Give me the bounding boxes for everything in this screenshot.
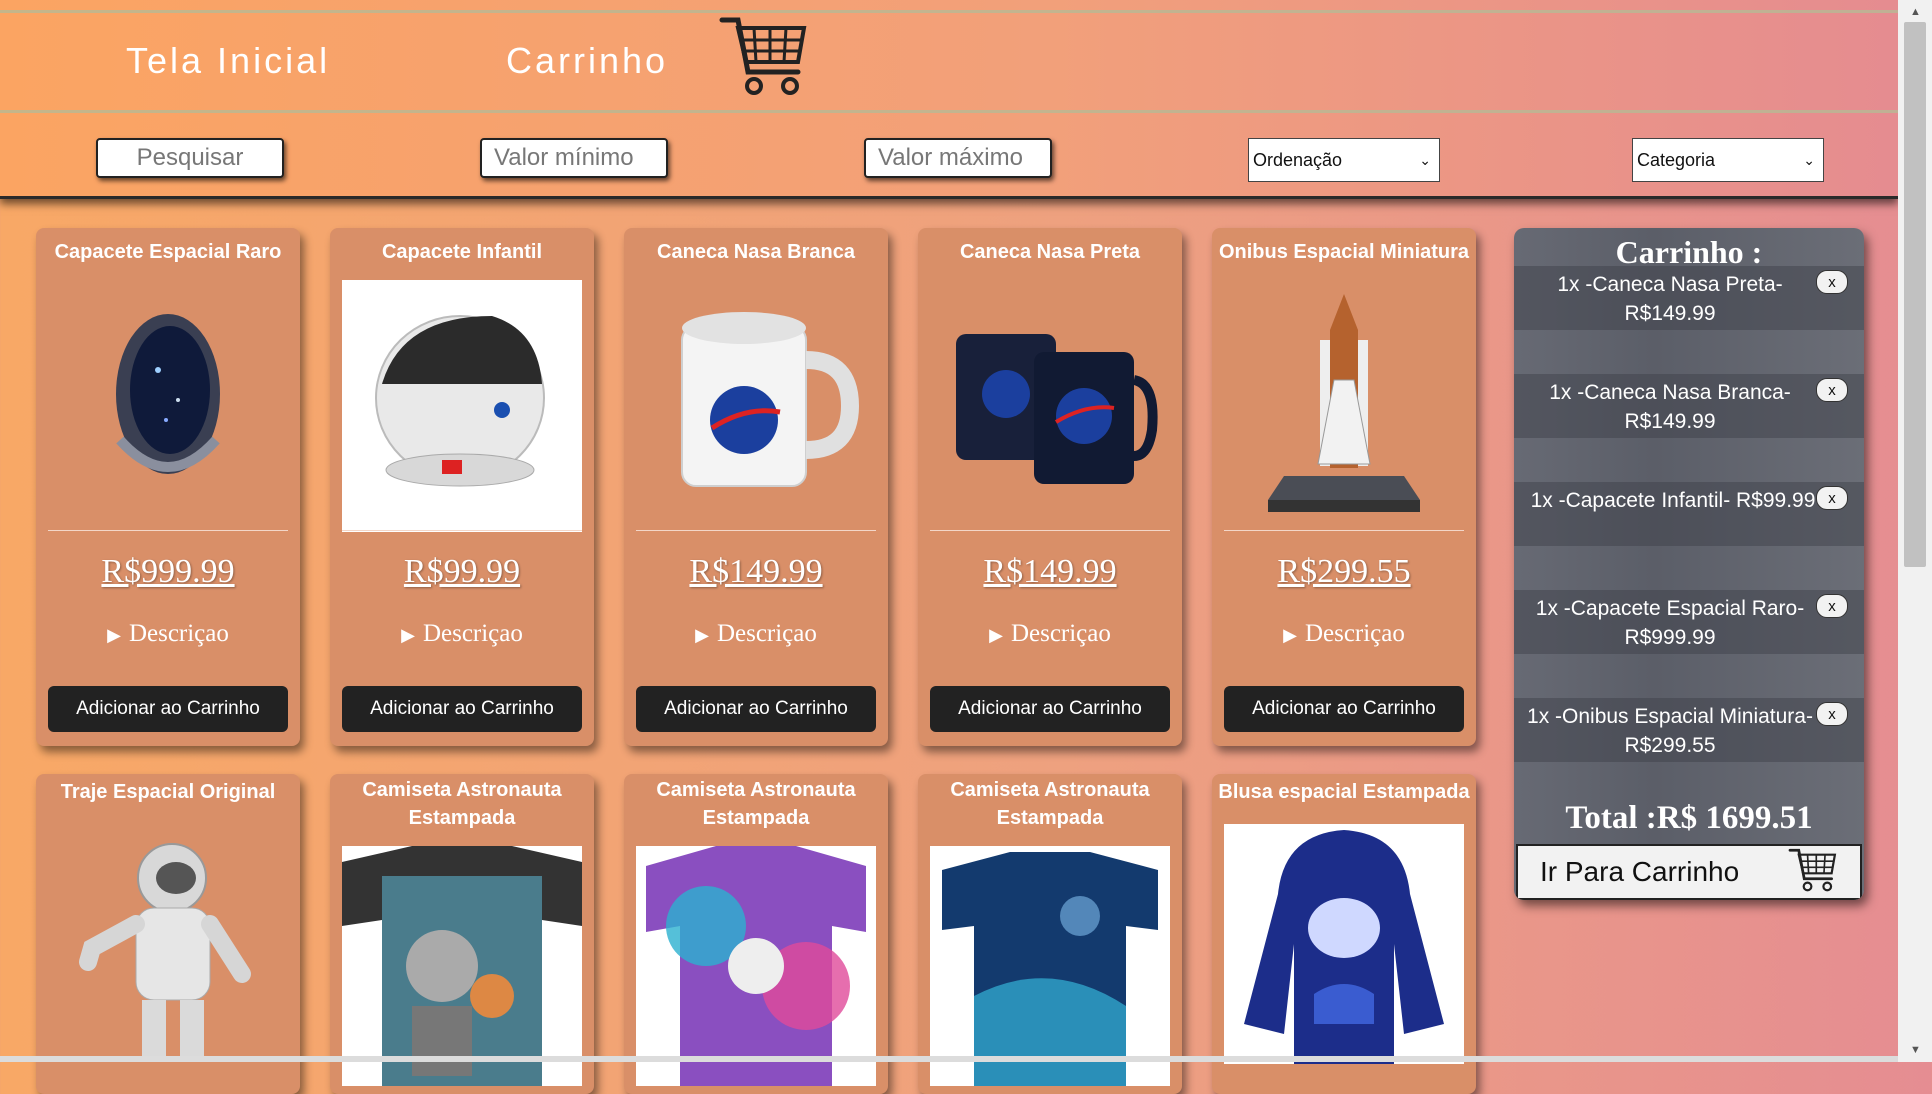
cart-item: 1x -Caneca Nasa Branca- R$149.99 x (1514, 374, 1864, 438)
cart-item-text: 1x -Capacete Espacial Raro- R$999.99 (1535, 597, 1805, 649)
sort-select-value: Ordenação (1253, 149, 1343, 170)
product-price: R$299.55 (1277, 553, 1411, 590)
product-title: Traje Espacial Original (60, 781, 276, 803)
triangle-right-icon: ▶ (401, 625, 415, 645)
card-divider (1224, 530, 1464, 531)
product-title: Camiseta Astronauta Estampada (950, 779, 1150, 829)
cart-panel: Carrinho : 1x -Caneca Nasa Preta- R$149.… (1514, 228, 1864, 900)
go-to-cart-button[interactable]: Ir Para Carrinho (1516, 844, 1862, 900)
product-image-kids-helmet (342, 280, 582, 532)
product-title: Caneca Nasa Branca (657, 241, 855, 263)
cart-item: 1x -Capacete Infantil- R$99.99 x (1514, 482, 1864, 546)
chevron-down-icon: ⌄ (1419, 151, 1431, 168)
nav-cart-link[interactable]: Carrinho (506, 40, 668, 82)
sort-select[interactable]: Ordenação ⌄ (1248, 138, 1440, 182)
shopping-cart-icon (1786, 847, 1840, 898)
product-title: Blusa espacial Estampada (1218, 781, 1470, 803)
product-title: Camiseta Astronauta Estampada (656, 779, 856, 829)
product-card: Onibus Espacial Miniatura R$299.55 ▶ Desc… (1212, 228, 1476, 746)
remove-item-button[interactable]: x (1816, 702, 1848, 726)
product-card: Camiseta Astronauta Estampada (330, 774, 594, 1094)
card-divider (342, 530, 582, 531)
product-card: Capacete Infantil R$99.99 ▶ Descriçao Adi… (330, 228, 594, 746)
cart-item: 1x -Onibus Espacial Miniatura- R$299.55 … (1514, 698, 1864, 762)
description-toggle[interactable]: ▶ Descriçao (330, 620, 594, 648)
product-title: Onibus Espacial Miniatura (1218, 241, 1470, 263)
product-title: Camiseta Astronauta Estampada (362, 779, 562, 829)
category-select[interactable]: Categoria ⌄ (1632, 138, 1824, 182)
category-select-value: Categoria (1637, 149, 1716, 170)
product-image-ocean-tshirt (930, 846, 1170, 1086)
cart-item-text: 1x -Caneca Nasa Branca- R$149.99 (1549, 381, 1791, 433)
product-price: R$99.99 (403, 553, 521, 590)
description-toggle[interactable]: ▶ Descriçao (624, 620, 888, 648)
product-card: Camiseta Astronauta Estampada (624, 774, 888, 1094)
product-card: Capacete Espacial Raro R$999.99 ▶ Descriç… (36, 228, 300, 746)
cart-item: 1x -Caneca Nasa Preta- R$149.99 x (1514, 266, 1864, 330)
go-to-cart-label: Ir Para Carrinho (1540, 856, 1740, 887)
product-image-galaxy-tshirt (636, 846, 876, 1086)
card-divider (48, 530, 288, 531)
product-price: R$149.99 (983, 553, 1117, 590)
triangle-right-icon: ▶ (695, 625, 709, 645)
scroll-down-arrow-icon[interactable]: ▼ (1910, 1044, 1921, 1056)
product-title: Capacete Espacial Raro (54, 241, 282, 263)
add-to-cart-button[interactable]: Adicionar ao Carrinho (636, 686, 876, 732)
cart-total: Total :R$ 1699.51 (1565, 800, 1813, 836)
card-divider (636, 530, 876, 531)
triangle-right-icon: ▶ (107, 625, 121, 645)
add-to-cart-button[interactable]: Adicionar ao Carrinho (48, 686, 288, 732)
product-image-space-shuttle (1268, 294, 1420, 512)
product-price: R$999.99 (101, 553, 235, 590)
product-card: Camiseta Astronauta Estampada (918, 774, 1182, 1094)
product-image-astronaut-tshirt (342, 846, 582, 1086)
product-card: Caneca Nasa Branca R$149.99 ▶ Descriçao A… (624, 228, 888, 746)
cart-item-text: 1x -Capacete Infantil- R$99.99 (1530, 489, 1816, 512)
max-price-input[interactable]: Valor máximo (864, 138, 1052, 178)
product-image-black-mugs (956, 334, 1158, 484)
description-label: Descriçao (422, 620, 523, 647)
triangle-right-icon: ▶ (1283, 625, 1297, 645)
search-input[interactable]: Pesquisar (96, 138, 284, 178)
cart-item-text: 1x -Onibus Espacial Miniatura- R$299.55 (1527, 705, 1813, 757)
product-price: R$149.99 (689, 553, 823, 590)
description-label: Descriçao (716, 620, 817, 647)
add-to-cart-button[interactable]: Adicionar ao Carrinho (1224, 686, 1464, 732)
min-price-input[interactable]: Valor mínimo (480, 138, 668, 178)
scroll-up-arrow-icon[interactable]: ▲ (1910, 6, 1921, 18)
product-title: Caneca Nasa Preta (959, 241, 1141, 263)
remove-item-button[interactable]: x (1816, 270, 1848, 294)
description-label: Descriçao (1010, 620, 1111, 647)
chevron-down-icon: ⌄ (1803, 151, 1815, 168)
description-toggle[interactable]: ▶ Descriçao (918, 620, 1182, 648)
remove-item-button[interactable]: x (1816, 378, 1848, 402)
product-card: Blusa espacial Estampada (1212, 774, 1476, 1094)
description-label: Descriçao (128, 620, 229, 647)
product-title: Capacete Infantil (381, 241, 543, 263)
product-image-white-mug (681, 312, 860, 487)
description-label: Descriçao (1304, 620, 1405, 647)
cart-item: 1x -Capacete Espacial Raro- R$999.99 x (1514, 590, 1864, 654)
card-divider (930, 530, 1170, 531)
add-to-cart-button[interactable]: Adicionar ao Carrinho (342, 686, 582, 732)
add-to-cart-button[interactable]: Adicionar ao Carrinho (930, 686, 1170, 732)
product-card: Traje Espacial Original (36, 774, 300, 1094)
remove-item-button[interactable]: x (1816, 594, 1848, 618)
product-image-space-suit (79, 843, 251, 1058)
scrollbar-thumb[interactable] (1904, 22, 1926, 567)
nav-home-link[interactable]: Tela Inicial (126, 40, 330, 82)
description-toggle[interactable]: ▶ Descriçao (1212, 620, 1476, 648)
header-bar: Tela Inicial Carrinho Pesquisar Valor mí… (0, 0, 1898, 199)
cart-item-text: 1x -Caneca Nasa Preta- R$149.99 (1557, 273, 1783, 325)
triangle-right-icon: ▶ (989, 625, 1003, 645)
shopping-cart-icon[interactable] (718, 14, 810, 103)
description-toggle[interactable]: ▶ Descriçao (36, 620, 300, 648)
product-card: Caneca Nasa Preta R$149.99 ▶ Descriçao Ad… (918, 228, 1182, 746)
header-divider-bottom (0, 110, 1898, 113)
horizontal-scrollbar[interactable] (0, 1056, 1898, 1062)
remove-item-button[interactable]: x (1816, 486, 1848, 510)
product-image-space-hoodie (1224, 824, 1464, 1064)
product-image-space-helmet (116, 314, 220, 474)
header-divider-top (0, 10, 1898, 13)
